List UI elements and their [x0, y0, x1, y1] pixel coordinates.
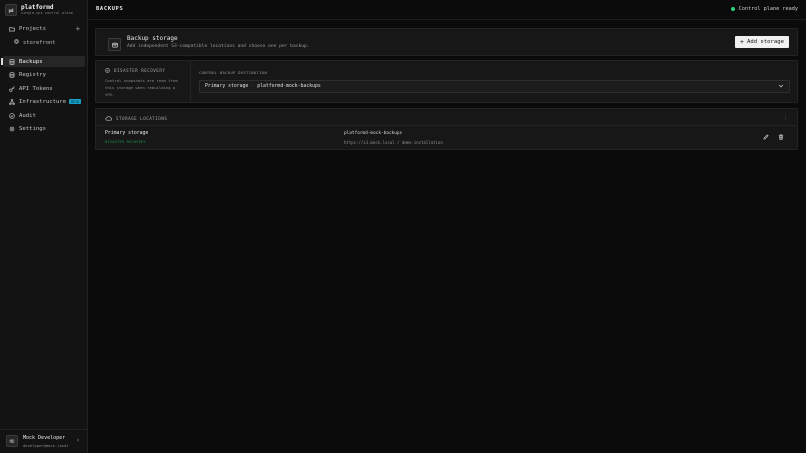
add-project-button[interactable]: +	[76, 25, 80, 33]
plus-icon: +	[740, 38, 744, 46]
sidebar-item-registry[interactable]: Registry	[3, 69, 85, 80]
user-menu[interactable]: MD Mock Developer developer@mock.local ‹	[0, 429, 87, 453]
sidebar-item-label: API Tokens	[19, 85, 53, 92]
disaster-recovery-info: DISASTER RECOVERY Control snapshots are …	[96, 61, 191, 102]
edit-icon[interactable]	[762, 133, 770, 141]
sidebar-item-backups[interactable]: Backups	[1, 56, 85, 67]
sidebar-item-settings[interactable]: Settings	[3, 123, 85, 134]
gear-icon	[8, 125, 15, 132]
sidebar-item-projects[interactable]: Projects +	[3, 23, 85, 34]
status-text: Control plane ready	[738, 6, 798, 12]
network-icon	[8, 98, 15, 105]
destination-name: Primary storage	[205, 84, 249, 89]
avatar: MD	[6, 435, 18, 447]
cloud-icon	[105, 116, 112, 121]
user-email: developer@mock.local	[23, 443, 69, 448]
check-circle-icon	[8, 112, 15, 119]
sidebar-item-label: Projects	[19, 25, 46, 32]
trash-icon[interactable]	[777, 133, 785, 141]
storage-locations-heading: STORAGE LOCATIONS	[105, 116, 167, 121]
status-dot-icon	[730, 7, 735, 11]
storage-name: Primary storage	[105, 131, 149, 136]
database-icon	[8, 58, 15, 65]
user-name: Mock Developer	[23, 435, 66, 441]
sidebar-item-storefront[interactable]: storefront	[11, 37, 85, 48]
page-header: BACKUPS Control plane ready	[88, 0, 806, 20]
brand-name: platformd	[21, 4, 54, 11]
backup-storage-panel: Backup storage Add independent S3-compat…	[95, 28, 798, 56]
sidebar-item-label: Audit	[19, 112, 36, 119]
brand-logo: pd	[5, 4, 17, 16]
add-storage-label: Add storage	[746, 39, 784, 45]
destination-bucket: platformd-mock-backups	[257, 84, 321, 89]
gear-icon	[14, 39, 23, 46]
disaster-recovery-description: Control snapshots are read from this sto…	[105, 78, 178, 97]
status-indicator: Control plane ready	[730, 6, 798, 12]
chevron-down-icon	[778, 83, 785, 90]
sidebar-item-label: Infrastructure	[19, 98, 67, 105]
sidebar-item-audit[interactable]: Audit	[3, 110, 85, 121]
sidebar-item-api-tokens[interactable]: API Tokens	[3, 83, 85, 94]
chevron-left-icon[interactable]: ‹	[76, 437, 80, 444]
shield-check-icon	[105, 68, 110, 73]
disaster-recovery-heading: DISASTER RECOVERY	[105, 68, 165, 73]
page-title: BACKUPS	[96, 6, 124, 12]
backup-storage-description: Add independent S3-compatible locations …	[127, 44, 310, 49]
folder-icon	[8, 25, 15, 32]
beta-badge: BETA	[69, 99, 82, 104]
sidebar-item-label: Registry	[19, 71, 46, 78]
storage-url: https://s3.mock.local / demo-installatio…	[344, 140, 443, 145]
more-vertical-icon[interactable]: ⋮	[783, 115, 788, 121]
add-storage-button[interactable]: + Add storage	[735, 36, 789, 48]
key-icon	[8, 85, 15, 92]
disaster-recovery-tag: DISASTER RECOVERY	[105, 140, 146, 144]
archive-icon	[108, 38, 121, 51]
backup-storage-title: Backup storage	[127, 35, 178, 42]
registry-icon	[8, 71, 15, 78]
destination-label: CONTROL BACKUP DESTINATION	[199, 71, 268, 75]
storage-locations-panel: STORAGE LOCATIONS ⋮ Primary storage DISA…	[95, 108, 798, 150]
destination-select[interactable]: Primary storage · platformd-mock-backups	[199, 80, 790, 93]
sidebar-item-label: Backups	[19, 58, 43, 65]
sidebar-item-label: storefront	[23, 39, 56, 46]
sidebar-item-label: Settings	[19, 125, 46, 132]
sidebar-item-infrastructure[interactable]: Infrastructure BETA	[3, 96, 85, 107]
brand[interactable]: pd platformd single-vps control plane	[5, 4, 73, 16]
disaster-recovery-panel: DISASTER RECOVERY Control snapshots are …	[95, 60, 798, 103]
storage-bucket: platformd-mock-backups	[344, 131, 403, 136]
destination-separator: ·	[251, 84, 255, 89]
sidebar: pd platformd single-vps control plane Pr…	[0, 0, 88, 453]
divider	[96, 125, 797, 126]
brand-subtitle: single-vps control plane	[21, 11, 73, 15]
